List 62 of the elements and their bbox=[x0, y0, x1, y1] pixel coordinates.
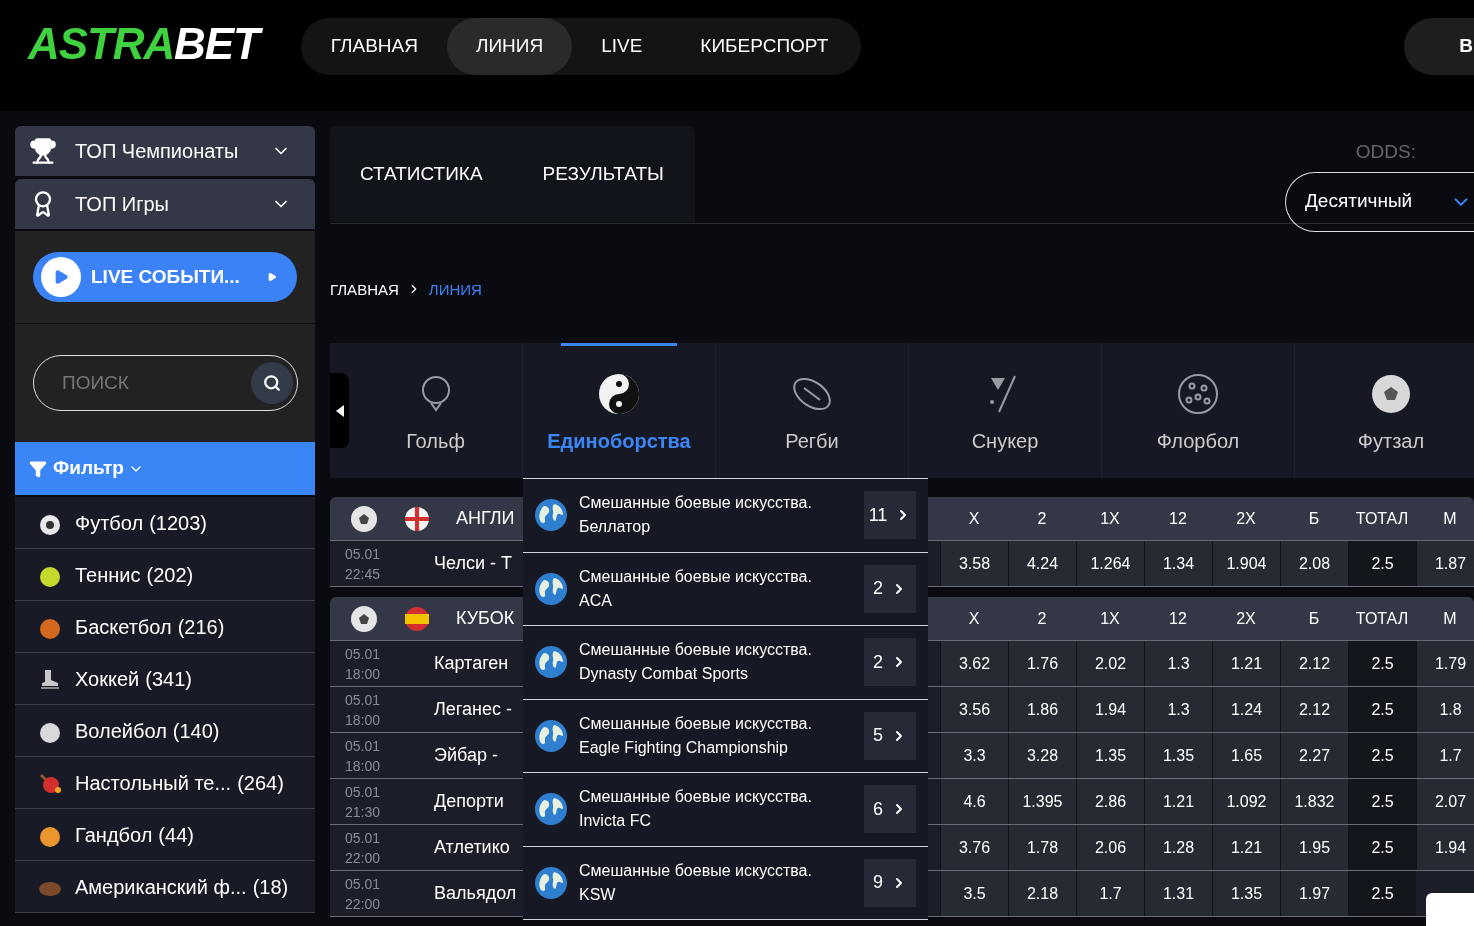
column-header: 2 bbox=[1036, 508, 1048, 529]
match-date: 05.01 bbox=[345, 828, 382, 848]
match-teams: Вальядол bbox=[434, 882, 517, 905]
sport-name: Гандбол bbox=[75, 822, 153, 848]
match-teams: Эйбар - bbox=[434, 744, 498, 767]
match-time: 18:00 bbox=[345, 756, 382, 776]
match-time: 18:00 bbox=[345, 710, 382, 730]
tournament-name: Смешанные боевые искусства. Invicta FC bbox=[579, 787, 813, 832]
sport-count: (341) bbox=[145, 666, 192, 692]
match-teams: Леганес - bbox=[434, 698, 512, 721]
sport-count: (44) bbox=[158, 822, 194, 848]
sport-count: (264) bbox=[237, 770, 284, 796]
column-header: М bbox=[1442, 608, 1458, 629]
match-time: 21:30 bbox=[345, 802, 382, 822]
sport-name: Американский ф... bbox=[75, 874, 247, 900]
sport-name: Хоккей bbox=[75, 666, 140, 692]
column-header: X bbox=[967, 508, 981, 529]
column-header: 2 bbox=[1036, 608, 1048, 629]
column-header: X bbox=[967, 608, 981, 629]
match-teams: Картаген bbox=[434, 652, 509, 675]
column-header: 12 bbox=[1168, 608, 1188, 629]
tournament-name: Смешанные боевые искусства. Беллатор bbox=[579, 493, 813, 538]
column-header: ТОТАЛ bbox=[1354, 508, 1410, 529]
match-teams: Челси - Т bbox=[434, 552, 512, 575]
sport-name: Баскетбол bbox=[75, 614, 172, 640]
sport-count: (1203) bbox=[149, 510, 207, 536]
sport-count: (18) bbox=[252, 874, 289, 900]
odds-label: ODDS: bbox=[1355, 140, 1416, 164]
sport-name: Настольный те... bbox=[75, 770, 232, 796]
match-date: 05.01 bbox=[345, 690, 382, 710]
tournament-name: Смешанные боевые искусства. Eagle Fighting Championship bbox=[579, 713, 813, 758]
tournament-name: Смешанные боевые искусства. KSW bbox=[579, 860, 813, 905]
column-header: Б bbox=[1307, 508, 1321, 529]
column-header: 12 bbox=[1168, 508, 1188, 529]
match-teams: Атлетико bbox=[434, 836, 510, 859]
match-time: 22:45 bbox=[345, 564, 382, 584]
sport-name: Футбол bbox=[75, 510, 144, 536]
league-name: АНГЛИ bbox=[456, 507, 515, 530]
column-header: 1X bbox=[1099, 608, 1121, 629]
tournament-name: Смешанные боевые искусства. Dynasty Combat Sports bbox=[579, 640, 813, 685]
sport-count: (216) bbox=[177, 614, 225, 640]
sport-name: Теннис bbox=[75, 562, 141, 588]
sport-count: (202) bbox=[146, 562, 194, 588]
match-teams: Депорти bbox=[434, 790, 504, 813]
column-header: 2X bbox=[1235, 608, 1257, 629]
match-time: 22:00 bbox=[345, 848, 382, 868]
match-date: 05.01 bbox=[345, 874, 382, 894]
sport-name: Волейбол bbox=[75, 718, 167, 744]
sport-count: (140) bbox=[172, 718, 220, 744]
match-date: 05.01 bbox=[345, 644, 382, 664]
match-date: 05.01 bbox=[345, 544, 382, 564]
match-time: 18:00 bbox=[345, 664, 382, 684]
column-header: Б bbox=[1307, 608, 1321, 629]
column-header: 2X bbox=[1235, 508, 1257, 529]
column-header: ТОТАЛ bbox=[1354, 608, 1410, 629]
match-date: 05.01 bbox=[345, 736, 382, 756]
match-time: 22:00 bbox=[345, 894, 382, 914]
tournament-name: Смешанные боевые искусства. ACA bbox=[579, 566, 813, 611]
column-header: М bbox=[1442, 508, 1458, 529]
match-date: 05.01 bbox=[345, 782, 382, 802]
column-header: 1X bbox=[1099, 508, 1121, 529]
league-name: КУБОК bbox=[456, 607, 515, 630]
